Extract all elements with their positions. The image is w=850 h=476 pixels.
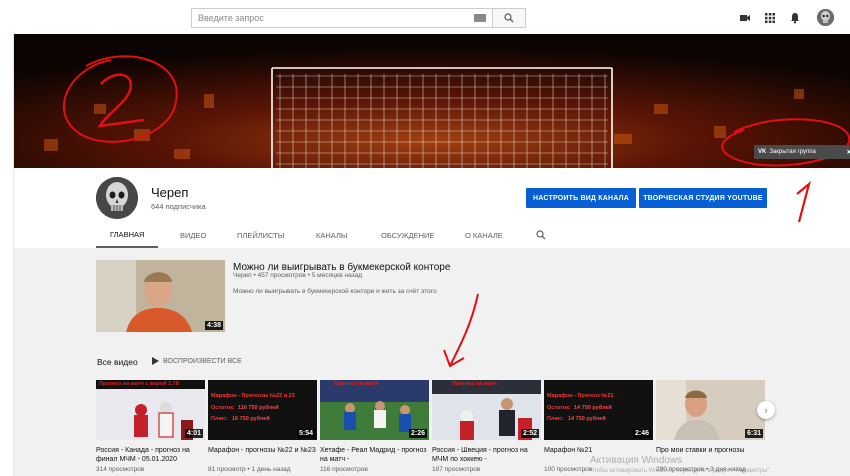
- thumbnail-overlay-text: Марафон - Прогнозы №22 и 23: [211, 393, 295, 399]
- thumbnail-line1-label: Остаток:: [211, 405, 235, 411]
- channel-header: Череп 644 подписчика НАСТРОИТЬ ВИД КАНАЛ…: [14, 168, 850, 248]
- vk-icon: VK: [758, 149, 767, 155]
- thumbnail-overlay-text: Прогноз на матч: [334, 381, 379, 387]
- search-placeholder: Введите запрос: [198, 13, 264, 23]
- next-arrow-button[interactable]: ›: [757, 401, 775, 419]
- search-button[interactable]: [493, 8, 526, 28]
- video-card[interactable]: Прогноз на матч с вирой 1.78 4:01 Россия…: [96, 380, 205, 473]
- subscriber-count: 644 подписчика: [151, 202, 206, 211]
- video-thumbnail[interactable]: Прогноз на матч 2:26: [320, 380, 429, 440]
- video-thumbnail[interactable]: Марафон - Прогноз №21 Остаток: 14 750 ру…: [544, 380, 653, 440]
- video-title[interactable]: Россия - Швеция - прогноз на МЧМ по хокк…: [432, 446, 541, 464]
- channel-search-icon[interactable]: [536, 230, 546, 240]
- thumbnail-line1-label: Остаток:: [547, 405, 571, 411]
- red-annotation-number-1: [796, 180, 811, 223]
- video-card[interactable]: Прогноз на матч 2:52 Россия - Швеция - п…: [432, 380, 541, 473]
- featured-duration: 4:38: [204, 321, 223, 330]
- tab-home[interactable]: ГЛАВНАЯ: [96, 222, 159, 248]
- video-thumbnail[interactable]: 6:31: [656, 380, 765, 440]
- tab-discussion[interactable]: ОБСУЖДЕНИЕ: [381, 222, 434, 248]
- thumbnail-line1-value: 116 750 рублей: [238, 405, 279, 411]
- thumbnail-line2-value: 14 750 рублей: [568, 416, 606, 422]
- skull-avatar-image: [817, 9, 834, 26]
- thumbnail-line2-label: Плюс:: [211, 416, 228, 422]
- thumbnail-line2-value: 16 750 рублей: [232, 416, 270, 422]
- thumbnail-overlay-text: Прогноз на матч с вирой 1.78: [99, 381, 179, 387]
- channel-banner: VK Закрытая группа ➤: [14, 34, 850, 168]
- video-thumbnail[interactable]: Прогноз на матч с вирой 1.78 4:01: [96, 380, 205, 440]
- featured-video-meta: Череп • 457 просмотров • 5 месяцев назад: [233, 272, 363, 279]
- video-camera-icon[interactable]: [739, 12, 751, 24]
- video-duration: 5:54: [296, 429, 315, 438]
- video-thumbnail[interactable]: Марафон - Прогнозы №22 и 23 Остаток: 116…: [208, 380, 317, 440]
- video-duration: 2:46: [632, 429, 651, 438]
- thumbnail-overlay-text: Прогноз на матч: [452, 381, 497, 387]
- video-card[interactable]: Прогноз на матч 2:26 Хетафе - Реал Мадри…: [320, 380, 429, 473]
- youtube-channel-page: Введите запрос VK Закрытая группа ➤ Чере…: [0, 0, 850, 476]
- skull-avatar-image: [96, 177, 138, 219]
- search-icon: [504, 13, 514, 23]
- thumbnail-overlay-text: Марафон - Прогноз №21: [547, 393, 614, 399]
- thumbnail-line1-value: 14 750 рублей: [574, 405, 612, 411]
- play-icon: [152, 357, 159, 365]
- tab-playlists[interactable]: ПЛЕЙЛИСТЫ: [237, 222, 284, 248]
- left-guide-strip: [0, 34, 14, 476]
- video-duration: 2:52: [520, 429, 539, 438]
- video-meta: 187 просмотров: [432, 466, 481, 473]
- video-duration: 2:26: [408, 429, 427, 438]
- telegram-link[interactable]: ➤: [842, 145, 850, 159]
- top-bar: Введите запрос: [0, 0, 850, 34]
- video-card[interactable]: Марафон - Прогнозы №22 и 23 Остаток: 116…: [208, 380, 317, 473]
- video-duration: 6:31: [744, 429, 763, 438]
- video-meta: 81 просмотр • 1 день назад: [208, 466, 291, 473]
- vk-closed-group-link[interactable]: VK Закрытая группа: [754, 145, 842, 159]
- video-title[interactable]: Россия - Канада - прогноз на финал МЧМ -…: [96, 446, 205, 464]
- video-title[interactable]: Хетафе - Реал Мадрид - прогноз на матч -: [320, 446, 429, 464]
- tab-videos[interactable]: ВИДЕО: [180, 222, 206, 248]
- windows-activation-hint: Чтобы активировать Windows, перейдите в …: [590, 468, 772, 474]
- bell-icon[interactable]: [789, 12, 801, 24]
- video-meta: 314 просмотров: [96, 466, 145, 473]
- tab-about[interactable]: О КАНАЛЕ: [465, 222, 503, 248]
- chevron-right-icon: ›: [764, 405, 768, 415]
- tab-channels[interactable]: КАНАЛЫ: [316, 222, 348, 248]
- play-all-label: ВОСПРОИЗВЕСТИ ВСЕ: [163, 357, 242, 365]
- channel-avatar[interactable]: [96, 177, 138, 219]
- red-annotation-arrow: [443, 293, 479, 368]
- featured-video-description: Можно ли выигрывать в букмекерской конто…: [233, 288, 437, 295]
- customize-channel-button[interactable]: НАСТРОИТЬ ВИД КАНАЛА: [526, 188, 636, 208]
- closed-group-label: Закрытая группа: [769, 149, 816, 155]
- red-annotation-circle-2: [62, 55, 178, 143]
- video-meta: 116 просмотров: [320, 466, 368, 473]
- play-all-button[interactable]: ВОСПРОИЗВЕСТИ ВСЕ: [152, 357, 242, 365]
- thumbnail-line2-label: Плюс:: [547, 416, 564, 422]
- telegram-icon: ➤: [846, 149, 850, 156]
- red-annotation-circle: [721, 118, 850, 167]
- video-title[interactable]: Марафон - прогнозы №22 и №23: [208, 446, 317, 464]
- windows-activation-watermark: Активация Windows: [590, 455, 683, 466]
- video-duration: 4:01: [184, 429, 203, 438]
- creator-studio-button[interactable]: ТВОРЧЕСКАЯ СТУДИЯ YOUTUBE: [639, 188, 767, 208]
- video-thumbnail[interactable]: Прогноз на матч 2:52: [432, 380, 541, 440]
- account-avatar[interactable]: [817, 9, 834, 26]
- featured-video-thumbnail[interactable]: 4:38: [96, 260, 225, 332]
- search-input[interactable]: Введите запрос: [191, 8, 493, 28]
- channel-name: Череп: [151, 185, 189, 200]
- all-videos-heading: Все видео: [97, 357, 138, 367]
- apps-grid-icon[interactable]: [764, 12, 776, 24]
- keyboard-icon[interactable]: [474, 14, 486, 22]
